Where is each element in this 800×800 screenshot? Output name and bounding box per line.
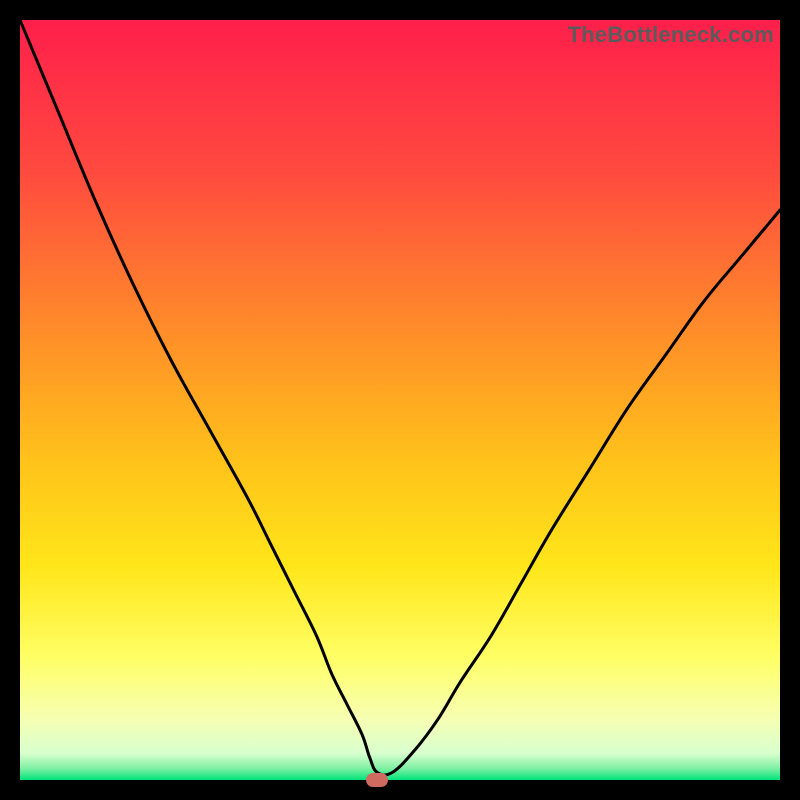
optimal-marker (366, 773, 388, 787)
chart-frame: TheBottleneck.com (20, 20, 780, 780)
watermark-text: TheBottleneck.com (568, 22, 774, 48)
gradient-background (20, 20, 780, 780)
bottleneck-chart (20, 20, 780, 780)
